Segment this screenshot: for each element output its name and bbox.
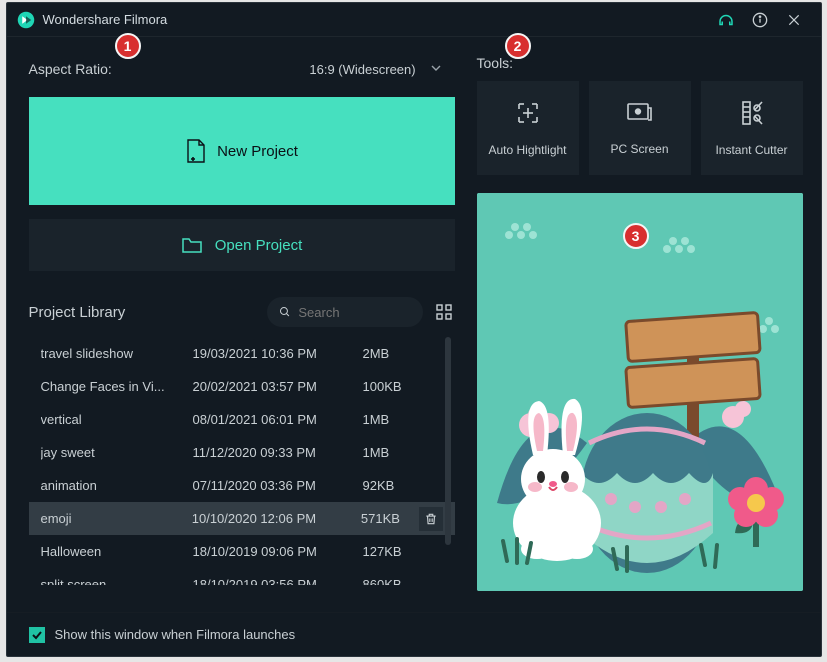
library-row[interactable]: animation07/11/2020 03:36 PM92KB	[29, 469, 455, 502]
project-size: 2MB	[363, 346, 421, 361]
app-logo-icon	[17, 11, 35, 29]
scrollbar[interactable]	[445, 337, 451, 585]
aspect-ratio-row: Aspect Ratio: 16:9 (Widescreen)	[29, 55, 455, 83]
info-icon[interactable]	[743, 3, 777, 37]
library-row[interactable]: Change Faces in Vi...20/02/2021 03:57 PM…	[29, 370, 455, 403]
project-date: 18/10/2019 03:56 PM	[193, 577, 363, 585]
show-on-launch-checkbox[interactable]	[29, 627, 45, 643]
project-name: travel slideshow	[41, 346, 193, 361]
tool-label: PC Screen	[610, 142, 668, 156]
new-project-label: New Project	[217, 143, 298, 160]
library-row[interactable]: vertical08/01/2021 06:01 PM1MB	[29, 403, 455, 436]
library-scroll: travel slideshow19/03/2021 10:36 PM2MBCh…	[29, 337, 455, 585]
content-area: Aspect Ratio: 16:9 (Widescreen) New Proj…	[7, 37, 821, 612]
grid-icon	[436, 304, 452, 320]
app-title: Wondershare Filmora	[43, 12, 709, 27]
open-project-button[interactable]: Open Project	[29, 219, 455, 271]
project-date: 18/10/2019 09:06 PM	[193, 544, 363, 559]
project-size: 1MB	[363, 445, 421, 460]
library-title: Project Library	[29, 304, 126, 321]
project-size: 1MB	[363, 412, 421, 427]
library-row[interactable]: travel slideshow19/03/2021 10:36 PM2MB	[29, 337, 455, 370]
check-icon	[31, 629, 43, 641]
new-project-button[interactable]: New Project	[29, 97, 455, 205]
project-date: 20/02/2021 03:57 PM	[193, 379, 363, 394]
tools-row: Auto Hightlight PC Screen Instant Cutter	[477, 81, 803, 175]
project-name: jay sweet	[41, 445, 193, 460]
aspect-ratio-select[interactable]: 16:9 (Widescreen)	[277, 55, 449, 83]
project-date: 08/01/2021 06:01 PM	[193, 412, 363, 427]
tool-auto-highlight[interactable]: Auto Hightlight	[477, 81, 579, 175]
aspect-ratio-label: Aspect Ratio:	[29, 61, 112, 77]
new-file-icon	[185, 138, 207, 164]
tool-label: Instant Cutter	[715, 143, 787, 157]
left-panel: Aspect Ratio: 16:9 (Widescreen) New Proj…	[7, 37, 457, 612]
close-icon[interactable]	[777, 3, 811, 37]
library-row[interactable]: jay sweet11/12/2020 09:33 PM1MB	[29, 436, 455, 469]
project-date: 11/12/2020 09:33 PM	[193, 445, 363, 460]
aspect-ratio-value: 16:9 (Widescreen)	[309, 62, 415, 77]
tools-label: Tools:	[477, 55, 803, 71]
tool-instant-cutter[interactable]: Instant Cutter	[701, 81, 803, 175]
tool-pc-screen[interactable]: PC Screen	[589, 81, 691, 175]
trash-icon	[424, 512, 438, 526]
project-name: Halloween	[41, 544, 193, 559]
scrollbar-thumb[interactable]	[445, 337, 451, 545]
project-name: emoji	[41, 511, 192, 526]
project-name: animation	[41, 478, 193, 493]
project-size: 100KB	[363, 379, 421, 394]
project-preview[interactable]	[477, 193, 803, 591]
auto-highlight-icon	[515, 100, 541, 129]
support-icon[interactable]	[709, 3, 743, 37]
instant-cutter-icon	[740, 100, 764, 129]
title-bar: Wondershare Filmora	[7, 3, 821, 37]
project-size: 127KB	[363, 544, 421, 559]
search-input[interactable]	[267, 297, 423, 327]
show-on-launch-label: Show this window when Filmora launches	[55, 627, 296, 642]
project-name: Change Faces in Vi...	[41, 379, 193, 394]
library-row[interactable]: Halloween18/10/2019 09:06 PM127KB	[29, 535, 455, 568]
project-size: 571KB	[361, 511, 419, 526]
library-row[interactable]: emoji10/10/2020 12:06 PM571KB	[29, 502, 455, 535]
search-icon	[279, 305, 291, 319]
project-name: split screen	[41, 577, 193, 585]
project-date: 19/03/2021 10:36 PM	[193, 346, 363, 361]
folder-icon	[181, 236, 203, 254]
delete-button[interactable]	[419, 507, 443, 531]
search-field[interactable]	[298, 305, 410, 320]
project-date: 07/11/2020 03:36 PM	[193, 478, 363, 493]
footer: Show this window when Filmora launches	[7, 612, 821, 656]
pc-screen-icon	[626, 101, 654, 128]
open-project-label: Open Project	[215, 237, 303, 254]
library-list: travel slideshow19/03/2021 10:36 PM2MBCh…	[29, 337, 455, 585]
preview-illustration	[477, 193, 803, 591]
project-date: 10/10/2020 12:06 PM	[192, 511, 361, 526]
project-size: 860KB	[363, 577, 421, 585]
library-row[interactable]: split screen18/10/2019 03:56 PM860KB	[29, 568, 455, 585]
project-size: 92KB	[363, 478, 421, 493]
library-header: Project Library	[29, 297, 455, 327]
tool-label: Auto Hightlight	[488, 143, 566, 157]
project-name: vertical	[41, 412, 193, 427]
app-window: Wondershare Filmora Aspect Ratio: 16:9 (…	[6, 2, 822, 657]
right-panel: Tools: Auto Hightlight PC Screen Instant C…	[457, 37, 821, 612]
chevron-down-icon	[431, 65, 441, 73]
grid-view-button[interactable]	[433, 301, 455, 323]
